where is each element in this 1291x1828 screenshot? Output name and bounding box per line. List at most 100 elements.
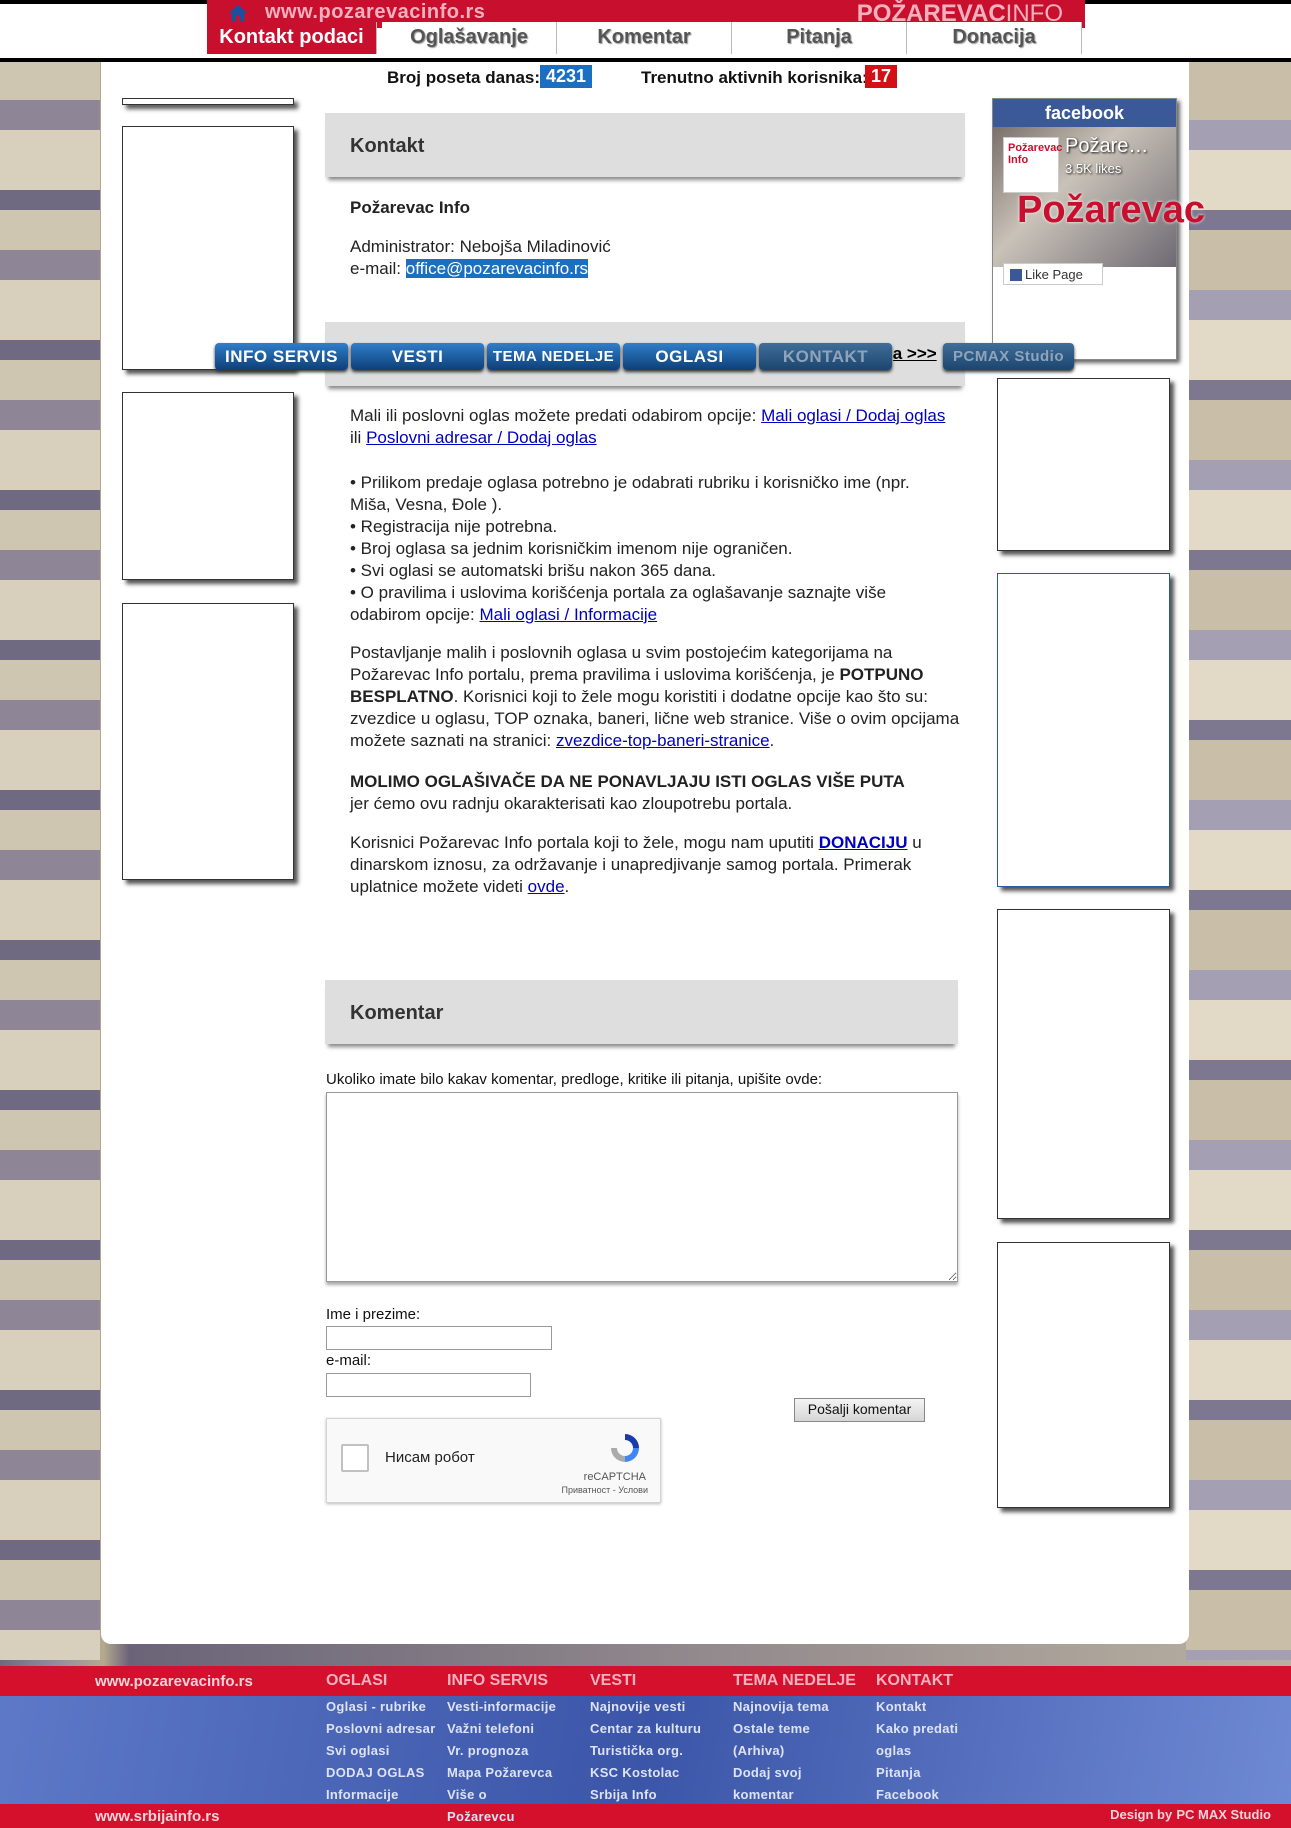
- footer-heading[interactable]: INFO SERVIS: [447, 1666, 556, 1696]
- submit-comment-button[interactable]: Pošalji komentar: [794, 1398, 925, 1422]
- footer-link[interactable]: Oglasi - rubrike: [326, 1696, 436, 1718]
- bullet-item: • Prilikom predaje oglasa potrebno je od…: [350, 473, 910, 514]
- footer-link[interactable]: Facebook: [876, 1784, 958, 1806]
- ad-banner[interactable]: [122, 126, 294, 370]
- oglasi-bullets: • Prilikom predaje oglasa potrebno je od…: [350, 472, 930, 626]
- footer-link[interactable]: Svi oglasi: [326, 1740, 436, 1762]
- visits-count: 4231: [540, 65, 593, 88]
- recaptcha-checkbox[interactable]: [341, 1444, 369, 1472]
- link-zvezdice-top-baneri[interactable]: zvezdice-top-baneri-stranice: [556, 731, 770, 750]
- ad-banner[interactable]: [997, 378, 1170, 551]
- ad-banner[interactable]: [122, 392, 294, 580]
- background-left: [0, 60, 100, 1660]
- email-line: e-mail: office@pozarevacinfo.rs: [350, 259, 589, 278]
- site-url[interactable]: www.pozarevacinfo.rs: [265, 1, 485, 24]
- tab-pitanja[interactable]: Pitanja: [732, 22, 907, 54]
- footer-link[interactable]: komentar: [733, 1784, 856, 1806]
- facebook-page-logo[interactable]: Požarevac Info: [1003, 137, 1062, 193]
- footer-col-oglasi: OGLASI Oglasi - rubrike Poslovni adresar…: [326, 1666, 436, 1806]
- link-mali-oglasi-informacije[interactable]: Mali oglasi / Informacije: [479, 605, 657, 624]
- comment-textarea[interactable]: [326, 1092, 958, 1282]
- footer-srbijainfo-link[interactable]: www.srbijainfo.rs: [95, 1808, 219, 1825]
- footer-link[interactable]: Najnovije vesti: [590, 1696, 701, 1718]
- link-mali-oglasi-dodaj[interactable]: Mali oglasi / Dodaj oglas: [761, 406, 945, 425]
- recaptcha-label: Нисам робот: [385, 1449, 475, 1466]
- footer-design-credit[interactable]: Design by PC MAX Studio: [1110, 1806, 1271, 1823]
- link-donaciju[interactable]: DONACIJU: [819, 833, 908, 852]
- facebook-page-name[interactable]: Požare…: [1065, 135, 1148, 158]
- oglasi-paragraph: Postavljanje malih i poslovnih oglasa u …: [350, 643, 960, 750]
- footer-link[interactable]: Informacije: [326, 1784, 436, 1806]
- footer-heading[interactable]: TEMA NEDELJE: [733, 1666, 856, 1696]
- footer-link[interactable]: Turistička org.: [590, 1740, 701, 1762]
- top-nav: Kontakt podaci Oglašavanje Komentar Pita…: [207, 22, 1085, 54]
- tab-oglasavanje[interactable]: Oglašavanje: [382, 22, 557, 54]
- home-icon[interactable]: [227, 2, 249, 24]
- background-right: [1186, 60, 1291, 1660]
- footer-heading[interactable]: OGLASI: [326, 1666, 436, 1696]
- footer-link[interactable]: Požarevcu: [447, 1806, 556, 1828]
- active-users-label: Trenutno aktivnih korisnika:: [641, 68, 868, 87]
- footer-col-kontakt: KONTAKT Kontakt Kako predati oglas Pitan…: [876, 1666, 958, 1806]
- more-link[interactable]: ja >>>: [888, 344, 937, 364]
- footer-link[interactable]: Kako predati: [876, 1718, 958, 1740]
- footer-link[interactable]: Pitanja: [876, 1762, 958, 1784]
- footer: www.pozarevacinfo.rs www.srbijainfo.rs D…: [0, 1666, 1291, 1828]
- footer-link[interactable]: (Arhiva): [733, 1740, 856, 1762]
- email-input[interactable]: [326, 1373, 531, 1397]
- footer-link[interactable]: Poslovni adresar: [326, 1718, 436, 1740]
- link-poslovni-adresar-dodaj[interactable]: Poslovni adresar / Dodaj oglas: [366, 428, 597, 447]
- footer-link[interactable]: Srbija Info: [590, 1784, 701, 1806]
- nav-oglasi[interactable]: OGLASI: [623, 343, 756, 370]
- footer-link[interactable]: Važni telefoni: [447, 1718, 556, 1740]
- footer-link[interactable]: Više o: [447, 1784, 556, 1806]
- nav-vesti[interactable]: VESTI: [351, 343, 484, 370]
- footer-site-link[interactable]: www.pozarevacinfo.rs: [95, 1673, 253, 1690]
- tab-komentar[interactable]: Komentar: [557, 22, 732, 54]
- oglasi-warning: MOLIMO OGLAŠIVAČE DA NE PONAVLJAJU ISTI …: [350, 772, 905, 813]
- footer-heading[interactable]: KONTAKT: [876, 1666, 958, 1696]
- nav-kontakt[interactable]: KONTAKT: [759, 343, 892, 370]
- nav-pcmax-studio[interactable]: PCMAX Studio: [943, 343, 1074, 370]
- active-users-count: 17: [865, 65, 898, 88]
- ad-banner[interactable]: [122, 98, 294, 105]
- facebook-like-button[interactable]: Like Page: [1003, 263, 1103, 285]
- bullet-item: • Broj oglasa sa jednim korisničkim imen…: [350, 539, 793, 558]
- footer-link[interactable]: DODAJ OGLAS: [326, 1762, 436, 1784]
- recaptcha-links[interactable]: Приватност - Услови: [562, 1485, 649, 1495]
- ad-banner[interactable]: [122, 603, 294, 880]
- facebook-likes: 3.5K likes: [1065, 161, 1122, 176]
- org-name: Požarevac Info: [350, 198, 470, 217]
- footer-link[interactable]: Centar za kulturu: [590, 1718, 701, 1740]
- comment-prompt: Ukoliko imate bilo kakav komentar, predl…: [326, 1071, 823, 1088]
- tab-donacija[interactable]: Donacija: [907, 22, 1082, 54]
- tab-kontakt-podaci[interactable]: Kontakt podaci: [207, 22, 377, 54]
- recaptcha-brand: reCAPTCHA: [583, 1471, 646, 1483]
- footer-link[interactable]: Kontakt: [876, 1696, 958, 1718]
- section-header-komentar: Komentar: [325, 980, 958, 1044]
- footer-link[interactable]: Ostale teme: [733, 1718, 856, 1740]
- footer-link[interactable]: Vr. prognoza: [447, 1740, 556, 1762]
- link-ovde[interactable]: ovde: [528, 877, 565, 896]
- nav-tema-nedelje[interactable]: TEMA NEDELJE: [487, 343, 620, 370]
- facebook-widget[interactable]: facebook Požarevac Požarevac Info Požare…: [992, 98, 1205, 360]
- ad-banner[interactable]: [997, 909, 1170, 1219]
- section-title: Kontakt: [350, 135, 425, 157]
- footer-link[interactable]: Mapa Požarevca: [447, 1762, 556, 1784]
- footer-link[interactable]: KSC Kostolac: [590, 1762, 701, 1784]
- donation-paragraph: Korisnici Požarevac Info portala koji to…: [350, 833, 922, 896]
- nav-info-servis[interactable]: INFO SERVIS: [215, 343, 348, 370]
- ad-banner[interactable]: [997, 573, 1170, 887]
- footer-heading[interactable]: VESTI: [590, 1666, 701, 1696]
- footer-link[interactable]: Najnovija tema: [733, 1696, 856, 1718]
- footer-link[interactable]: oglas: [876, 1740, 958, 1762]
- bullet-item: • Registracija nije potrebna.: [350, 517, 558, 536]
- ad-banner[interactable]: [997, 1242, 1170, 1508]
- name-input[interactable]: [326, 1326, 552, 1350]
- facebook-cover: Požarevac Požarevac Info Požare… 3.5K li…: [993, 127, 1205, 285]
- footer-col-tema-nedelje: TEMA NEDELJE Najnovija tema Ostale teme …: [733, 1666, 856, 1806]
- footer-link[interactable]: Vesti-informacije: [447, 1696, 556, 1718]
- visits-label: Broj poseta danas:: [387, 68, 541, 87]
- footer-link[interactable]: Dodaj svoj: [733, 1762, 856, 1784]
- email-link[interactable]: office@pozarevacinfo.rs: [405, 259, 589, 278]
